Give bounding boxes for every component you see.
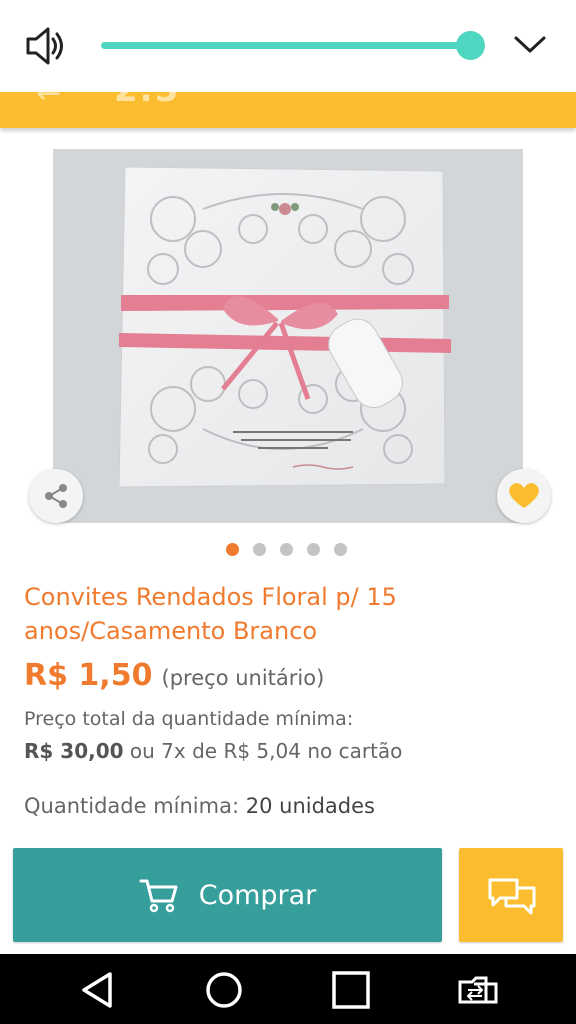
buy-button-label: Comprar [198,879,317,911]
unit-price-note: (preço unitário) [161,666,325,690]
invitation-card-image [118,166,451,488]
product-image[interactable] [53,149,523,523]
min-qty-label: Quantidade mínima: [24,794,240,818]
chevron-down-icon[interactable] [513,32,547,56]
installments-text: ou 7x de R$ 5,04 no cartão [129,739,403,763]
cart-icon [139,879,178,913]
buy-button[interactable]: Comprar [13,848,442,942]
carousel-dot[interactable] [280,543,293,556]
back-arrow-icon[interactable]: ← [36,92,61,111]
back-icon[interactable] [76,968,120,1012]
image-carousel-indicator [226,543,347,557]
minimum-quantity: Quantidade mínima: 20 unidades [24,794,375,818]
volume-panel [0,0,576,92]
speaker-icon[interactable] [24,26,68,66]
carousel-dot[interactable] [334,543,347,556]
total-price-value: R$ 30,00 [24,739,124,763]
carousel-dot[interactable] [226,543,239,556]
switch-app-icon[interactable] [456,968,500,1012]
total-price-line: R$ 30,00 ou 7x de R$ 5,04 no cartão [24,739,402,763]
app-header-title: 2.5 [114,92,180,110]
unit-price: R$ 1,50 [24,658,153,693]
recent-apps-icon[interactable] [329,968,373,1012]
price-line: R$ 1,50 (preço unitário) [24,658,324,693]
chat-icon [488,878,536,915]
carousel-dot[interactable] [307,543,320,556]
app-header: ← 2.5 [0,92,576,128]
heart-icon [509,483,539,508]
volume-slider[interactable] [101,42,471,49]
carousel-dot[interactable] [253,543,266,556]
share-icon [45,484,67,508]
chat-button[interactable] [459,848,563,942]
product-title: Convites Rendados Floral p/ 15 anos/Casa… [24,583,397,645]
favorite-button[interactable] [497,469,551,523]
share-button[interactable] [29,469,83,523]
volume-slider-thumb[interactable] [456,31,485,60]
system-nav-bar [0,954,576,1024]
total-price-label: Preço total da quantidade mínima: [24,708,354,730]
home-icon[interactable] [202,968,246,1012]
min-qty-value: 20 unidades [245,794,375,818]
